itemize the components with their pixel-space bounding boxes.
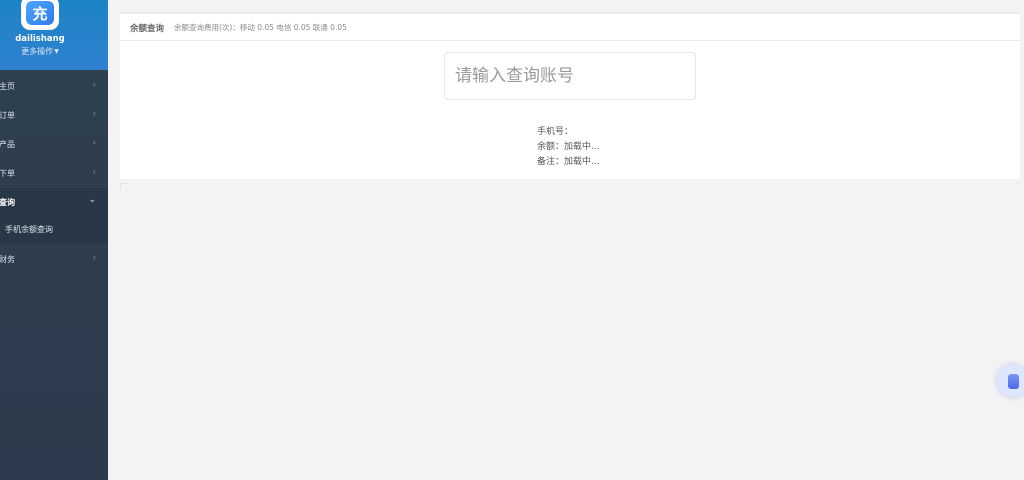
phone-label: 手机号： (537, 127, 574, 137)
account-search-input[interactable] (444, 52, 696, 100)
chevron-left-icon: ‹ (92, 80, 96, 89)
username: dailishang (15, 34, 65, 44)
app-logo: 充 (21, 0, 59, 30)
sidebar: 充 dailishang 更多操作▼ 主页 ‹ 订单 ‹ 产品 ‹ 下单 ‹ 查… (0, 0, 108, 480)
sidebar-item-label: 财务 (0, 255, 15, 264)
page-title: 余额查询 (130, 24, 165, 34)
sidebar-item-home[interactable]: 主页 ‹ (0, 72, 108, 101)
sidebar-item-label: 产品 (0, 140, 15, 149)
sidebar-item-label: 主页 (0, 82, 15, 91)
remark-value: 加载中... (564, 157, 600, 167)
sidebar-subitem-phone-balance[interactable]: 手机余额查询 (0, 217, 108, 243)
sidebar-item-orders[interactable]: 订单 ‹ (0, 101, 108, 130)
sidebar-item-place-order[interactable]: 下单 ‹ (0, 159, 108, 188)
balance-query-panel: 余额查询 余额查询费用(次)：移动 0.05 电信 0.05 联通 0.05 手… (120, 12, 1020, 179)
result-balance-row: 余额： 加载中... (537, 140, 600, 155)
chevron-down-icon: ⌄ (88, 195, 96, 205)
balance-label: 余额： (537, 142, 565, 152)
chevron-left-icon: ‹ (92, 109, 96, 118)
balance-value: 加载中... (564, 142, 600, 152)
remark-label: 备注： (537, 157, 565, 167)
sidebar-subitem-label: 手机余额查询 (5, 225, 53, 234)
sidebar-item-label: 查询 (0, 198, 15, 207)
chevron-left-icon: ‹ (92, 167, 96, 176)
caret-down-icon: ▼ (54, 48, 59, 55)
more-ops-dropdown[interactable]: 更多操作▼ (0, 46, 80, 57)
panel-title-bar: 余额查询 余额查询费用(次)：移动 0.05 电信 0.05 联通 0.05 (120, 14, 1020, 41)
fee-info: 余额查询费用(次)：移动 0.05 电信 0.05 联通 0.05 (174, 23, 347, 32)
sidebar-item-finance[interactable]: 财务 ‹ (0, 245, 108, 274)
assistant-icon (1007, 373, 1019, 389)
result-phone-row: 手机号： (537, 125, 600, 140)
sidebar-nav: 主页 ‹ 订单 ‹ 产品 ‹ 下单 ‹ 查询 ⌄ 手机余额查询 财务 ‹ (0, 72, 108, 274)
chevron-left-icon: ‹ (92, 138, 96, 147)
logo-char: 充 (26, 1, 54, 25)
resize-corner-mark (120, 183, 127, 190)
sidebar-item-products[interactable]: 产品 ‹ (0, 130, 108, 159)
floating-assistant-button[interactable] (997, 365, 1024, 397)
more-ops-label: 更多操作 (21, 47, 54, 56)
chevron-left-icon: ‹ (92, 253, 96, 262)
query-result: 手机号： 余额： 加载中... 备注： 加载中... (537, 125, 600, 170)
profile-header: 充 dailishang 更多操作▼ (0, 0, 108, 70)
sidebar-item-label: 订单 (0, 111, 15, 120)
sidebar-item-label: 下单 (0, 169, 15, 178)
sidebar-item-query[interactable]: 查询 ⌄ (0, 188, 108, 217)
result-remark-row: 备注： 加载中... (537, 155, 600, 170)
